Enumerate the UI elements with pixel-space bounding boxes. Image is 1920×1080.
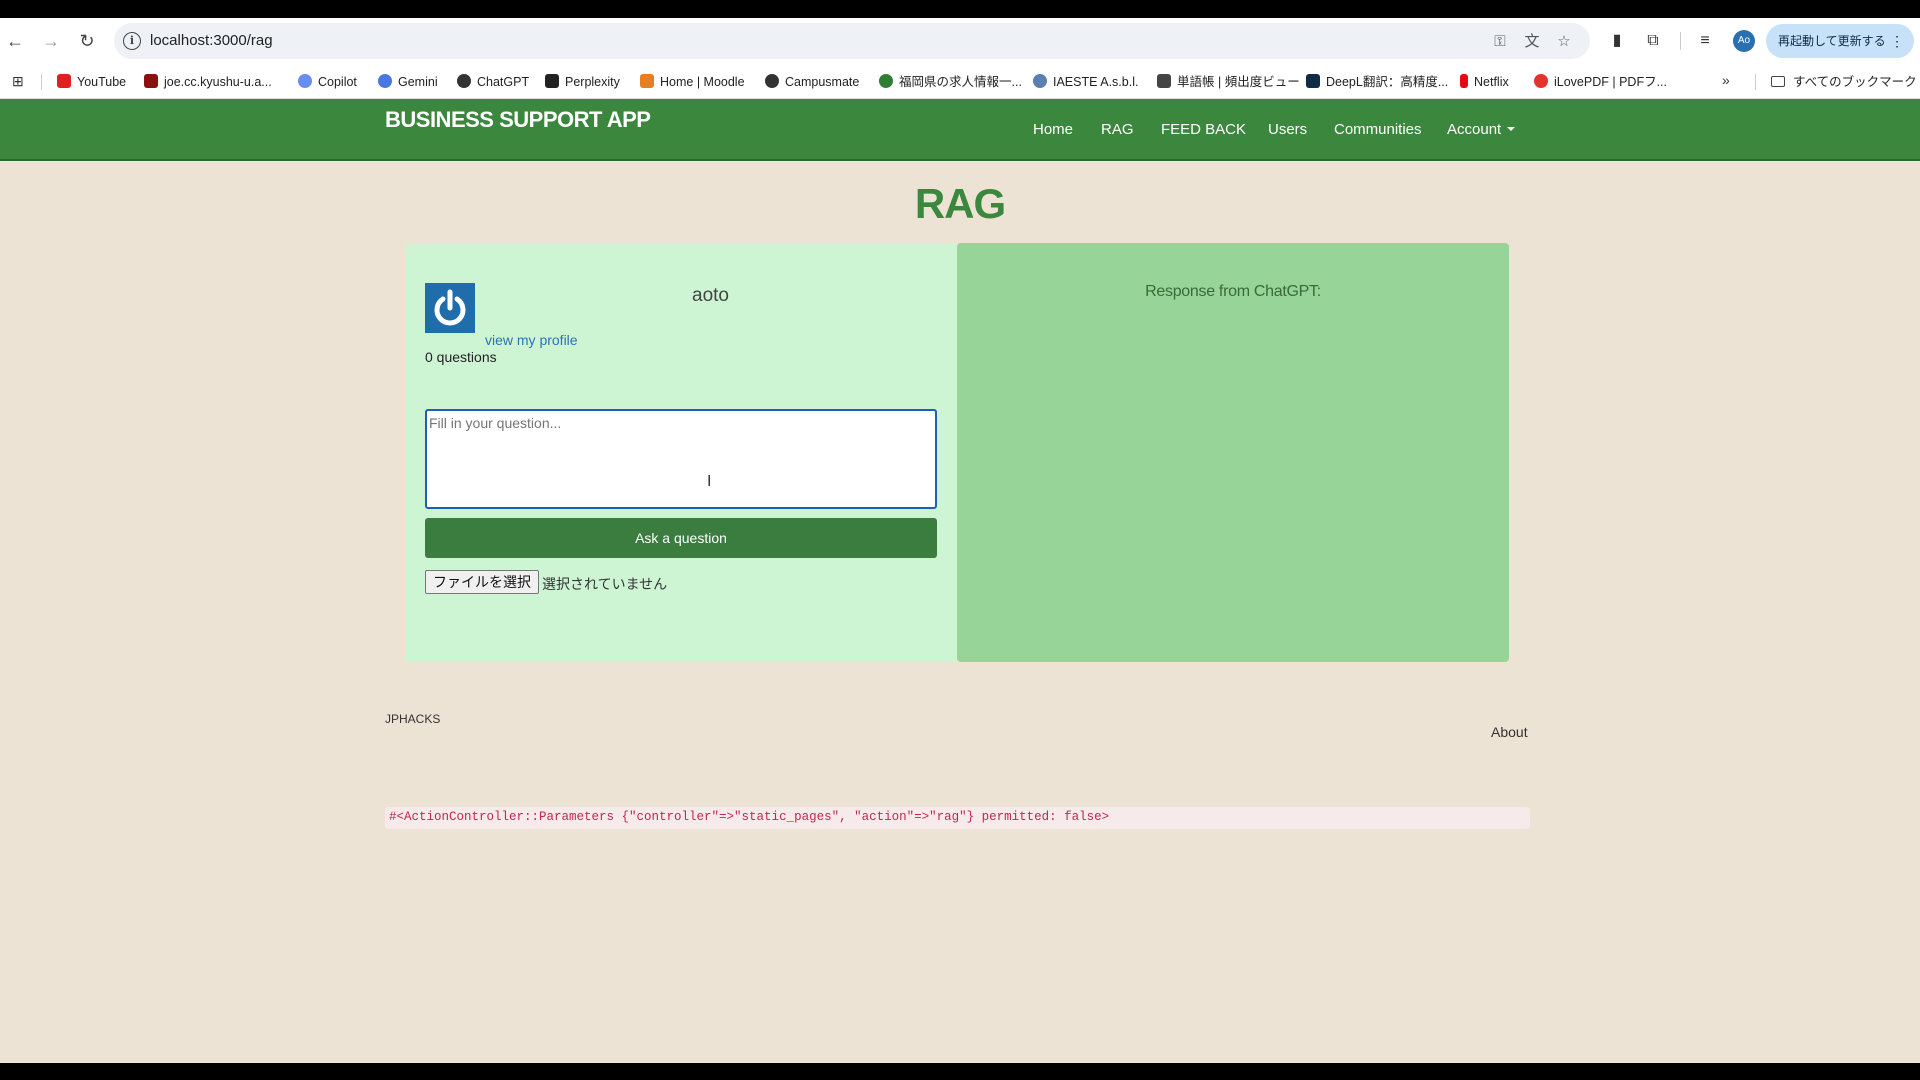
bookmark-joe[interactable]: joe.cc.kyushu-u.a... bbox=[144, 72, 272, 92]
footer-about-link[interactable]: About bbox=[1491, 724, 1528, 740]
all-bookmarks-label: すべてのブックマーク bbox=[1793, 75, 1917, 89]
bookmark-moodle[interactable]: Home | Moodle bbox=[640, 72, 745, 92]
bookmark-label: 福岡県の求人情報一... bbox=[899, 75, 1022, 89]
bookmark-campusmate[interactable]: Campusmate bbox=[765, 72, 859, 92]
nav-rag[interactable]: RAG bbox=[1101, 121, 1134, 138]
bookmark-label: DeepL翻訳：高精度... bbox=[1326, 75, 1449, 89]
campusmate-icon bbox=[765, 74, 779, 88]
screen-top-border bbox=[0, 0, 1920, 18]
forward-arrow-icon[interactable]: → bbox=[40, 30, 62, 52]
bookmark-deepl[interactable]: DeepL翻訳：高精度... bbox=[1306, 72, 1448, 92]
menu-dots-icon[interactable]: ⋮ bbox=[1890, 24, 1904, 58]
ask-question-button[interactable]: Ask a question bbox=[425, 518, 937, 558]
bookmark-label: 単語帳 | 頻出度ビュー bbox=[1177, 75, 1300, 89]
reading-list-icon[interactable]: ≡ bbox=[1694, 30, 1716, 52]
extension-bookmark-icon[interactable]: ▮ bbox=[1606, 30, 1628, 52]
bookmark-chatgpt[interactable]: ChatGPT bbox=[457, 72, 529, 92]
bookmark-label: Home | Moodle bbox=[660, 75, 745, 89]
brand-logo[interactable]: BUSINESS SUPPORT APP bbox=[385, 107, 651, 133]
address-bar[interactable]: i localhost:3000/rag ⚿ 文 ☆ bbox=[114, 23, 1590, 59]
fukuoka-icon bbox=[879, 74, 893, 88]
nav-feedback[interactable]: FEED BACK bbox=[1161, 121, 1246, 138]
password-key-icon[interactable]: ⚿ bbox=[1490, 32, 1510, 52]
bookmark-star-icon[interactable]: ☆ bbox=[1554, 32, 1574, 52]
site-info-icon[interactable]: i bbox=[123, 32, 141, 50]
bookmarks-bar: ⊞ YouTube joe.cc.kyushu-u.a... Copilot G… bbox=[0, 64, 1920, 99]
folder-icon bbox=[1771, 76, 1785, 87]
bookmark-copilot[interactable]: Copilot bbox=[298, 72, 357, 92]
bookmark-fukuoka-jobs[interactable]: 福岡県の求人情報一... bbox=[879, 72, 1022, 92]
browser-toolbar: ← → ↻ i localhost:3000/rag ⚿ 文 ☆ ▮ ⧉ ≡ A… bbox=[0, 18, 1920, 64]
ilovepdf-icon bbox=[1534, 74, 1548, 88]
chatgpt-icon bbox=[457, 74, 471, 88]
all-bookmarks-folder[interactable]: すべてのブックマーク bbox=[1771, 72, 1917, 92]
view-profile-link[interactable]: view my profile bbox=[485, 332, 578, 348]
site-navbar: BUSINESS SUPPORT APP Home RAG FEED BACK … bbox=[0, 99, 1920, 161]
screen-bottom-border bbox=[0, 1063, 1920, 1080]
more-bookmarks-chevron-icon[interactable]: » bbox=[1722, 72, 1730, 88]
bookmark-gemini[interactable]: Gemini bbox=[378, 72, 438, 92]
footer-brand: JPHACKS bbox=[385, 712, 441, 726]
moodle-icon bbox=[640, 74, 654, 88]
bookmarks-divider-right bbox=[1755, 74, 1756, 90]
profile-avatar[interactable]: Ao bbox=[1733, 30, 1755, 52]
bookmarks-divider bbox=[41, 74, 42, 90]
bookmark-label: iLovePDF | PDFフ... bbox=[1554, 75, 1667, 89]
nav-account-label: Account bbox=[1447, 121, 1502, 138]
restart-update-label: 再起動して更新する bbox=[1778, 34, 1886, 48]
reload-icon[interactable]: ↻ bbox=[76, 30, 98, 52]
question-panel: aoto view my profile 0 questions I Ask a… bbox=[405, 243, 957, 662]
bookmark-ilovepdf[interactable]: iLovePDF | PDFフ... bbox=[1534, 72, 1667, 92]
copilot-icon bbox=[298, 74, 312, 88]
nav-communities[interactable]: Communities bbox=[1334, 121, 1422, 138]
iaeste-icon bbox=[1033, 74, 1047, 88]
joe-icon bbox=[144, 74, 158, 88]
bookmark-label: Gemini bbox=[398, 75, 438, 89]
bookmark-label: Perplexity bbox=[565, 75, 620, 89]
avatar bbox=[425, 283, 475, 333]
toolbar-divider bbox=[1680, 32, 1681, 50]
power-icon bbox=[434, 289, 466, 326]
gemini-icon bbox=[378, 74, 392, 88]
bookmark-iaeste[interactable]: IAESTE A.s.b.l. bbox=[1033, 72, 1138, 92]
bookmark-tango[interactable]: 単語帳 | 頻出度ビュー bbox=[1157, 72, 1300, 92]
url-text[interactable]: localhost:3000/rag bbox=[150, 32, 273, 49]
netflix-icon bbox=[1460, 74, 1468, 88]
bookmark-perplexity[interactable]: Perplexity bbox=[545, 72, 620, 92]
bookmark-label: joe.cc.kyushu-u.a... bbox=[164, 75, 272, 89]
caret-down-icon bbox=[1507, 127, 1516, 131]
page-title: RAG bbox=[914, 180, 1006, 227]
extensions-puzzle-icon[interactable]: ⧉ bbox=[1642, 30, 1664, 52]
response-label: Response from ChatGPT: bbox=[1145, 283, 1321, 300]
bookmark-label: Copilot bbox=[318, 75, 357, 89]
back-arrow-icon[interactable]: ← bbox=[4, 30, 26, 52]
text-cursor-icon: I bbox=[707, 473, 712, 490]
bookmark-netflix[interactable]: Netflix bbox=[1460, 72, 1509, 92]
restart-update-button[interactable]: 再起動して更新する ⋮ bbox=[1766, 24, 1914, 58]
bookmark-youtube[interactable]: YouTube bbox=[57, 72, 126, 92]
nav-users[interactable]: Users bbox=[1268, 121, 1307, 138]
youtube-icon bbox=[57, 74, 71, 88]
username: aoto bbox=[692, 285, 729, 306]
bookmark-label: IAESTE A.s.b.l. bbox=[1053, 75, 1139, 89]
page-body: RAG aoto view my profile 0 questions I A… bbox=[0, 161, 1920, 1063]
bookmark-label: Campusmate bbox=[785, 75, 860, 89]
perplexity-icon bbox=[545, 74, 559, 88]
tango-icon bbox=[1157, 74, 1171, 88]
file-status: 選択されていません bbox=[542, 576, 668, 592]
nav-home[interactable]: Home bbox=[1033, 121, 1073, 138]
response-panel: Response from ChatGPT: bbox=[957, 243, 1509, 662]
nav-account-dropdown[interactable]: Account bbox=[1447, 121, 1516, 138]
debug-params: #<ActionController::Parameters {"control… bbox=[385, 807, 1530, 829]
bookmark-label: ChatGPT bbox=[477, 75, 530, 89]
bookmark-label: YouTube bbox=[77, 75, 127, 89]
choose-file-button[interactable]: ファイルを選択 bbox=[425, 570, 539, 594]
question-count: 0 questions bbox=[425, 349, 497, 365]
deepl-icon bbox=[1306, 74, 1320, 88]
apps-grid-icon[interactable]: ⊞ bbox=[12, 73, 28, 89]
question-input[interactable] bbox=[425, 409, 937, 509]
bookmark-label: Netflix bbox=[1474, 75, 1509, 89]
translate-icon[interactable]: 文 bbox=[1522, 32, 1542, 52]
